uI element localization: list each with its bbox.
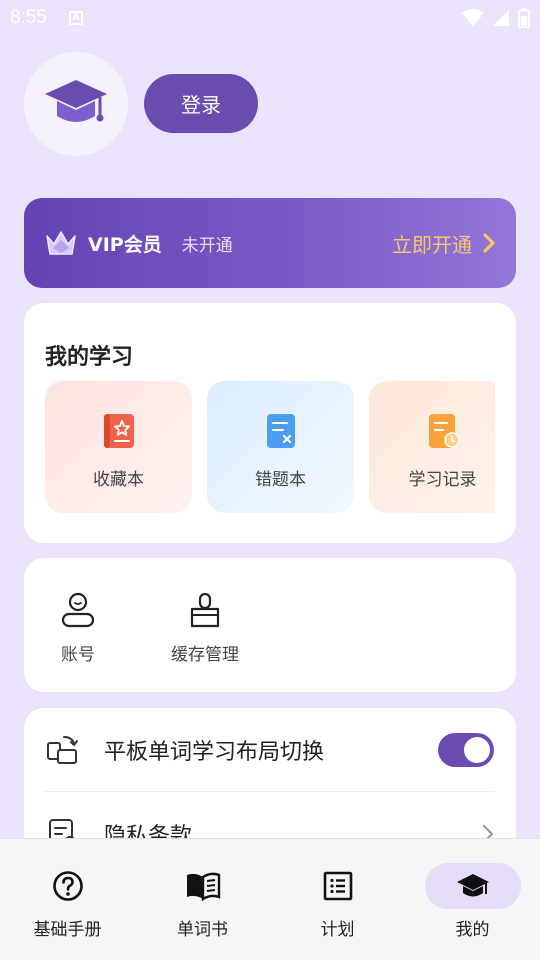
- bottom-tab-bar: 基础手册 单词书 计划 我的: [0, 838, 540, 960]
- battery-icon: [518, 8, 530, 28]
- tab-indicator: [155, 863, 251, 909]
- tab-basic-handbook[interactable]: 基础手册: [0, 839, 135, 960]
- mistakes-label: 错题本: [255, 470, 306, 490]
- toggle-knob: [464, 737, 490, 763]
- a-icon: A: [68, 11, 83, 25]
- favorites-book-icon: [103, 414, 134, 448]
- tab-label: 基础手册: [33, 920, 102, 940]
- tab-label: 单词书: [177, 920, 228, 940]
- vip-activate-button[interactable]: 立即开通: [392, 229, 496, 258]
- wifi-icon: [462, 9, 484, 26]
- vip-title: VIP会员: [88, 233, 162, 256]
- graduation-cap-icon: [456, 874, 489, 897]
- vip-banner[interactable]: VIP会员 未开通 立即开通: [24, 198, 516, 288]
- status-time: 8:55: [10, 7, 47, 28]
- my-study-title: 我的学习: [45, 345, 134, 370]
- brush-icon: [190, 592, 220, 628]
- avatar[interactable]: [24, 52, 128, 156]
- cache-management-label: 缓存管理: [171, 645, 239, 665]
- favorites-label: 收藏本: [93, 470, 144, 490]
- tab-wordbook[interactable]: 单词书: [135, 839, 270, 960]
- study-record-tile[interactable]: 学习记录: [369, 381, 495, 513]
- mistakes-book-icon: [266, 414, 295, 448]
- list-icon: [323, 871, 352, 901]
- tab-indicator: [20, 863, 116, 909]
- tab-mine[interactable]: 我的: [405, 839, 540, 960]
- favorites-tile[interactable]: 收藏本: [45, 381, 192, 513]
- tab-indicator: [290, 863, 386, 909]
- status-icons: [462, 8, 530, 28]
- tools-card: 账号 缓存管理: [24, 558, 516, 692]
- signal-icon: [493, 10, 509, 26]
- account-icon: [61, 592, 95, 628]
- open-book-icon: [186, 872, 220, 901]
- my-study-list[interactable]: 收藏本 错题本 学习记录: [45, 381, 495, 513]
- layout-switch-row[interactable]: 平板单词学习布局切换: [24, 708, 516, 792]
- switch-layout-icon: [47, 736, 78, 764]
- status-bar: 8:55 A: [0, 0, 540, 36]
- account-label: 账号: [61, 645, 95, 665]
- graduation-cap-icon: [45, 80, 107, 122]
- study-record-label: 学习记录: [408, 470, 477, 490]
- layout-switch-toggle[interactable]: [438, 733, 494, 767]
- tab-plan[interactable]: 计划: [270, 839, 405, 960]
- tab-label: 我的: [455, 920, 490, 940]
- account-button[interactable]: 账号: [57, 592, 99, 665]
- tab-indicator: [424, 863, 521, 909]
- crown-icon: [46, 231, 76, 255]
- chevron-right-icon: [483, 233, 495, 253]
- study-record-icon: [428, 414, 460, 448]
- mistakes-tile[interactable]: 错题本: [207, 381, 354, 513]
- login-button[interactable]: 登录: [144, 74, 258, 133]
- vip-cta-label: 立即开通: [392, 232, 472, 257]
- cache-management-button[interactable]: 缓存管理: [164, 592, 246, 665]
- help-circle-icon: [52, 871, 83, 901]
- vip-status: 未开通: [181, 235, 233, 256]
- my-study-card: 我的学习 收藏本 错题本 学习记录: [24, 303, 516, 543]
- layout-switch-label: 平板单词学习布局切换: [104, 740, 325, 765]
- tab-label: 计划: [320, 920, 355, 940]
